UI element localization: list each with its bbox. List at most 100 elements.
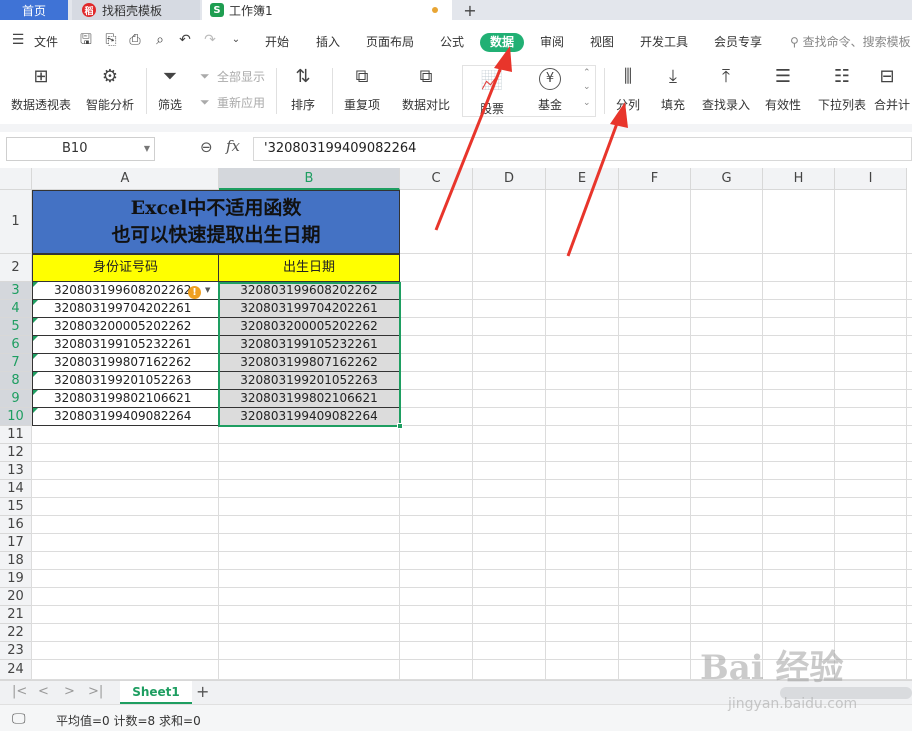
row-header-9[interactable]: 9 xyxy=(0,390,32,408)
command-search[interactable]: ⚲ 查找命令、搜索模板 xyxy=(790,33,911,50)
cell-b4[interactable]: 320803199704202261 xyxy=(219,300,400,318)
last-sheet-icon[interactable]: >| xyxy=(88,684,103,699)
tab-home[interactable]: 首页 xyxy=(0,0,68,20)
row-header-14[interactable]: 14 xyxy=(0,480,32,498)
row-header-12[interactable]: 12 xyxy=(0,444,32,462)
row-header-18[interactable]: 18 xyxy=(0,552,32,570)
cell-b6[interactable]: 320803199105232261 xyxy=(219,336,400,354)
header-cell-id[interactable]: 身份证号码 xyxy=(32,254,219,282)
duplicates-button[interactable]: ⧉ 重复项 xyxy=(340,64,384,113)
gallery-scroll-down-icon[interactable]: ⌄ xyxy=(583,82,591,92)
row-header-1[interactable]: 1 xyxy=(0,190,32,254)
add-sheet-icon[interactable]: + xyxy=(196,682,209,701)
cell-b3[interactable]: 320803199608202262 xyxy=(219,282,400,300)
cell-b8[interactable]: 320803199201052263 xyxy=(219,372,400,390)
warning-icon[interactable]: ! xyxy=(188,286,201,299)
print-preview-icon[interactable]: ⌕ xyxy=(152,32,168,48)
row-header-10[interactable]: 10 xyxy=(0,408,32,426)
row-header-3[interactable]: 3 xyxy=(0,282,32,300)
row-header-22[interactable]: 22 xyxy=(0,624,32,642)
select-all-corner[interactable] xyxy=(0,168,32,190)
validity-button[interactable]: ☰ 有效性 xyxy=(760,64,806,113)
row-header-6[interactable]: 6 xyxy=(0,336,32,354)
menu-insert[interactable]: 插入 xyxy=(316,33,340,50)
row-header-8[interactable]: 8 xyxy=(0,372,32,390)
merge-calc-button[interactable]: ⊟ 合并计 xyxy=(874,64,912,113)
export-icon[interactable]: ⎘ xyxy=(103,32,119,48)
new-tab-button[interactable]: + xyxy=(460,0,480,20)
function-icon[interactable]: fx xyxy=(226,137,240,155)
redo-icon[interactable]: ↷ xyxy=(202,32,218,48)
gallery-expand-icon[interactable]: ⌄ xyxy=(583,98,591,108)
menu-developer[interactable]: 开发工具 xyxy=(640,33,688,50)
column-header-b[interactable]: B xyxy=(219,168,400,190)
spreadsheet-grid[interactable]: ABCDEFGHI 1 2 3 4 5 6 7 8 9 10 11 12 13 14 15 16 17 18 19 2… xyxy=(0,168,912,680)
column-header-g[interactable]: G xyxy=(691,168,763,190)
header-cell-birthdate[interactable]: 出生日期 xyxy=(219,254,400,282)
cell-a8[interactable]: 320803199201052263 xyxy=(32,372,219,390)
column-header-a[interactable]: A xyxy=(32,168,219,190)
fill-button[interactable]: ⤓ 填充 xyxy=(655,64,691,113)
column-header-e[interactable]: E xyxy=(546,168,619,190)
row-header-7[interactable]: 7 xyxy=(0,354,32,372)
cell-a10[interactable]: 320803199409082264 xyxy=(32,408,219,426)
cell-a7[interactable]: 320803199807162262 xyxy=(32,354,219,372)
screen-icon[interactable]: 🖵 xyxy=(12,711,26,727)
menu-data[interactable]: 数据 xyxy=(480,33,524,52)
row-header-2[interactable]: 2 xyxy=(0,254,32,282)
quick-access-dropdown-icon[interactable]: ⌄ xyxy=(228,32,244,48)
row-header-24[interactable]: 24 xyxy=(0,660,32,680)
prev-sheet-icon[interactable]: < xyxy=(38,684,49,699)
data-compare-button[interactable]: ⧉ 数据对比 xyxy=(397,64,455,113)
smart-analysis-button[interactable]: ⚙ 智能分析 xyxy=(84,64,136,113)
column-header-i[interactable]: I xyxy=(835,168,907,190)
row-header-11[interactable]: 11 xyxy=(0,426,32,444)
row-header-21[interactable]: 21 xyxy=(0,606,32,624)
cell-a5[interactable]: 320803200005202262 xyxy=(32,318,219,336)
cell-a9[interactable]: 320803199802106621 xyxy=(32,390,219,408)
cell-b5[interactable]: 320803200005202262 xyxy=(219,318,400,336)
row-header-23[interactable]: 23 xyxy=(0,642,32,660)
row-header-15[interactable]: 15 xyxy=(0,498,32,516)
title-cell[interactable]: Excel中不适用函数 也可以快速提取出生日期 xyxy=(32,190,400,254)
cell-b7[interactable]: 320803199807162262 xyxy=(219,354,400,372)
warning-dropdown-icon[interactable]: ▼ xyxy=(205,286,210,294)
row-header-13[interactable]: 13 xyxy=(0,462,32,480)
hamburger-icon[interactable]: ☰ xyxy=(10,32,26,48)
show-all-button[interactable]: ⏷ 全部显示 xyxy=(200,68,265,85)
name-box[interactable]: B10 ▼ xyxy=(6,137,155,161)
zoom-icon[interactable]: ⊖ xyxy=(200,138,213,156)
menu-member[interactable]: 会员专享 xyxy=(714,33,762,50)
row-header-19[interactable]: 19 xyxy=(0,570,32,588)
column-header-c[interactable]: C xyxy=(400,168,473,190)
first-sheet-icon[interactable]: |< xyxy=(12,684,27,699)
menu-review[interactable]: 审阅 xyxy=(540,33,564,50)
column-header-d[interactable]: D xyxy=(473,168,546,190)
tab-workbook[interactable]: S 工作簿1 xyxy=(202,0,452,20)
sheet-tab[interactable]: Sheet1 xyxy=(120,681,192,704)
menu-file[interactable]: 文件 xyxy=(34,33,58,50)
column-header-f[interactable]: F xyxy=(619,168,691,190)
cell-b10[interactable]: 320803199409082264 xyxy=(219,408,400,426)
menu-page-layout[interactable]: 页面布局 xyxy=(366,33,414,50)
menu-start[interactable]: 开始 xyxy=(265,33,289,50)
reapply-button[interactable]: ⏷ 重新应用 xyxy=(200,94,265,111)
lookup-entry-button[interactable]: ⤒ 查找录入 xyxy=(700,64,752,113)
menu-view[interactable]: 视图 xyxy=(590,33,614,50)
row-header-20[interactable]: 20 xyxy=(0,588,32,606)
next-sheet-icon[interactable]: > xyxy=(64,684,75,699)
row-header-5[interactable]: 5 xyxy=(0,318,32,336)
menu-formula[interactable]: 公式 xyxy=(440,33,464,50)
cell-a6[interactable]: 320803199105232261 xyxy=(32,336,219,354)
sort-button[interactable]: ⇅ 排序 xyxy=(284,64,322,113)
print-icon[interactable]: ⎙ xyxy=(127,32,143,48)
filter-button[interactable]: ⏷ 筛选 xyxy=(152,64,188,113)
cell-b9[interactable]: 320803199802106621 xyxy=(219,390,400,408)
split-column-button[interactable]: ⫼ 分列 xyxy=(610,64,646,113)
formula-input[interactable]: '320803199409082264 xyxy=(253,137,912,161)
fund-button[interactable]: ¥ 基金 xyxy=(533,68,567,113)
fill-handle[interactable] xyxy=(397,423,403,429)
row-header-16[interactable]: 16 xyxy=(0,516,32,534)
dropdown-list-button[interactable]: ☷ 下拉列表 xyxy=(816,64,868,113)
save-icon[interactable]: 🖫 xyxy=(78,32,94,48)
